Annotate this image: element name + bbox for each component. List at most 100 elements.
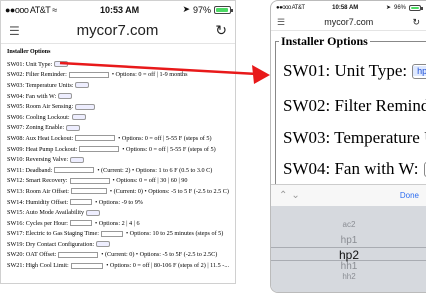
option-row: SW15: Auto Mode Availability <box>7 207 229 218</box>
prev-next-chevron-icons[interactable]: ⌃⌄ <box>279 190 304 201</box>
select-value: hp2 <box>413 66 426 76</box>
hamburger-menu-icon[interactable]: ☰ <box>9 24 20 38</box>
option-label: SW13: Room Air Offset: <box>7 187 69 195</box>
clock: 10:53 AM <box>99 4 140 15</box>
option-input[interactable] <box>54 167 95 174</box>
option-label: SW21: High Cool Limit: <box>7 262 69 270</box>
location-arrow-icon: ➤ <box>385 5 391 11</box>
option-input[interactable] <box>70 262 104 269</box>
picker-option-selected[interactable]: hp2 <box>271 248 426 262</box>
clock: 10:58 AM <box>332 4 359 11</box>
option-label: SW12: Smart Recovery: <box>7 177 68 185</box>
url-label[interactable]: mycor7.com <box>77 22 159 39</box>
option-row: SW20: OAT Offset: • (Current: 0) • Option… <box>7 250 229 261</box>
battery-icon <box>409 4 423 11</box>
picker-wheel[interactable]: ac2 hp1 hp2 hh1 hh2 <box>271 206 426 292</box>
option-select[interactable] <box>96 241 111 248</box>
row-label: SW03: Temperature Unit <box>283 128 426 147</box>
row-label: SW02: Filter Reminder: <box>283 96 426 115</box>
option-select[interactable] <box>71 114 86 121</box>
reload-icon[interactable]: ↻ <box>412 17 420 28</box>
row-sw02: SW02: Filter Reminder: <box>283 96 426 116</box>
option-label: SW04: Fan with W: <box>7 92 57 100</box>
option-input[interactable] <box>70 220 93 227</box>
option-label: SW08: Aux Heat Lockout: <box>7 134 74 142</box>
option-row: SW11: Deadband: • (Current: 2) • Options:… <box>7 165 229 176</box>
browser-nav-bar: ☰ mycor7.com ↻ <box>271 14 426 31</box>
wifi-icon: ≈ <box>52 4 57 15</box>
option-label: SW09: Heat Pump Lockout: <box>7 145 78 153</box>
option-label: SW06: Cooling Lockout: <box>7 113 70 121</box>
option-label: SW02: Filter Reminder: <box>7 71 67 79</box>
option-row: SW12: Smart Recovery: • Options: 0 = off … <box>7 176 229 187</box>
row-label: SW01: Unit Type: <box>283 61 408 80</box>
reload-icon[interactable]: ↻ <box>215 22 227 39</box>
option-select[interactable] <box>66 124 81 131</box>
option-label: SW10: Reversing Valve: <box>7 156 69 164</box>
composite-screenshot: ●●ooo AT&T ≈ 10:53 AM ➤ 97% ☰ mycor7.com … <box>0 0 426 293</box>
option-hint: • Options: -9 to 9% <box>95 198 143 206</box>
location-arrow-icon: ➤ <box>182 4 190 14</box>
option-label: SW07: Zoning Enable: <box>7 124 65 132</box>
option-input[interactable] <box>70 199 93 206</box>
option-label: SW05: Room Air Sensing: <box>7 103 74 111</box>
option-label: SW15: Auto Mode Availability <box>7 209 85 217</box>
status-bar: ●●ooo AT&T ≈ 10:53 AM ➤ 97% <box>1 1 235 18</box>
option-label: SW16: Cycles per Hour: <box>7 219 69 227</box>
option-hint: • Options: 0 = off | 80-106 F (steps of … <box>106 262 229 270</box>
option-input[interactable] <box>75 135 116 142</box>
option-row: SW17: Electric to Gas Staging Time: • Opt… <box>7 229 229 240</box>
row-sw04: SW04: Fan with W: off▼ <box>283 159 426 179</box>
option-row: SW13: Room Air Offset: • (Current: 0) • O… <box>7 186 229 197</box>
left-phone-screen: ●●ooo AT&T ≈ 10:53 AM ➤ 97% ☰ mycor7.com … <box>0 0 236 284</box>
browser-nav-bar: ☰ mycor7.com ↻ <box>1 18 235 44</box>
option-row: SW07: Zoning Enable: <box>7 123 229 134</box>
picker-option[interactable]: hh2 <box>271 272 426 281</box>
battery-percent: 96% <box>393 4 406 11</box>
option-label: SW19: Dry Contact Configuration: <box>7 240 95 248</box>
picker-option[interactable]: hp1 <box>271 235 426 246</box>
option-row: SW09: Heat Pump Lockout: • Options: 0 = o… <box>7 144 229 155</box>
option-select[interactable] <box>86 209 101 216</box>
option-row: SW21: High Cool Limit: • Options: 0 = off… <box>7 260 229 271</box>
option-label: SW11: Deadband: <box>7 166 53 174</box>
option-input[interactable] <box>70 188 107 195</box>
option-input[interactable] <box>69 177 110 184</box>
option-row: SW16: Cycles per Hour: • Options: 2 | 4 |… <box>7 218 229 229</box>
option-label: SW01: Unit Type: <box>7 60 53 68</box>
option-hint: • (Current: 0) • Options: -5 to 5 F (-2.… <box>109 187 229 195</box>
picker-toolbar: ⌃⌄ Done <box>271 184 426 206</box>
unit-type-select[interactable]: hp2▼ <box>412 63 426 79</box>
option-select[interactable] <box>75 103 96 110</box>
option-input[interactable] <box>79 146 120 153</box>
option-row: SW05: Room Air Sensing: <box>7 101 229 112</box>
battery-percent: 97% <box>192 4 211 15</box>
fieldset-legend: Installer Options <box>279 34 370 49</box>
picker-option[interactable]: ac2 <box>271 220 426 229</box>
red-arrow <box>59 61 270 84</box>
option-hint: • Options: 0 = off | 30 | 60 | 90 <box>112 177 188 185</box>
option-hint: • (Current: 2) • Options: 1 to 6 F (0.5 … <box>97 166 213 174</box>
row-label: SW04: Fan with W: <box>283 159 419 178</box>
picker-option[interactable]: hh1 <box>271 261 426 272</box>
battery-icon <box>214 5 233 14</box>
url-label[interactable]: mycor7.com <box>324 17 373 27</box>
carrier-label: ●●ooo AT&T <box>276 4 305 11</box>
status-bar: ●●ooo AT&T 10:58 AM ➤ 96% <box>271 1 426 14</box>
done-button[interactable]: Done <box>400 191 419 200</box>
option-hint: • Options: 2 | 4 | 6 <box>95 219 140 227</box>
option-label: SW14: Humidity Offset: <box>7 198 69 206</box>
option-hint: • Options: 0 = off | 5-55 F (steps of 5) <box>122 145 216 153</box>
hamburger-menu-icon[interactable]: ☰ <box>277 17 285 28</box>
option-input[interactable] <box>100 230 123 237</box>
row-sw03: SW03: Temperature Unit <box>283 128 426 148</box>
option-hint: • (Current: 0) • Options: -5 to 5F (-2.5… <box>101 251 218 259</box>
option-label: SW17: Electric to Gas Staging Time: <box>7 230 99 238</box>
option-hint: • Options: 0 = off | 5-55 F (steps of 5) <box>118 134 212 142</box>
option-row: SW08: Aux Heat Lockout: • Options: 0 = of… <box>7 133 229 144</box>
right-phone-screen: ●●ooo AT&T 10:58 AM ➤ 96% ☰ mycor7.com ↻… <box>270 0 426 293</box>
option-input[interactable] <box>58 251 99 258</box>
option-hint: • Options: 10 to 25 minutes (steps of 5) <box>125 230 224 238</box>
option-select[interactable] <box>70 156 85 163</box>
carrier-label: ●●ooo AT&T <box>5 4 51 15</box>
